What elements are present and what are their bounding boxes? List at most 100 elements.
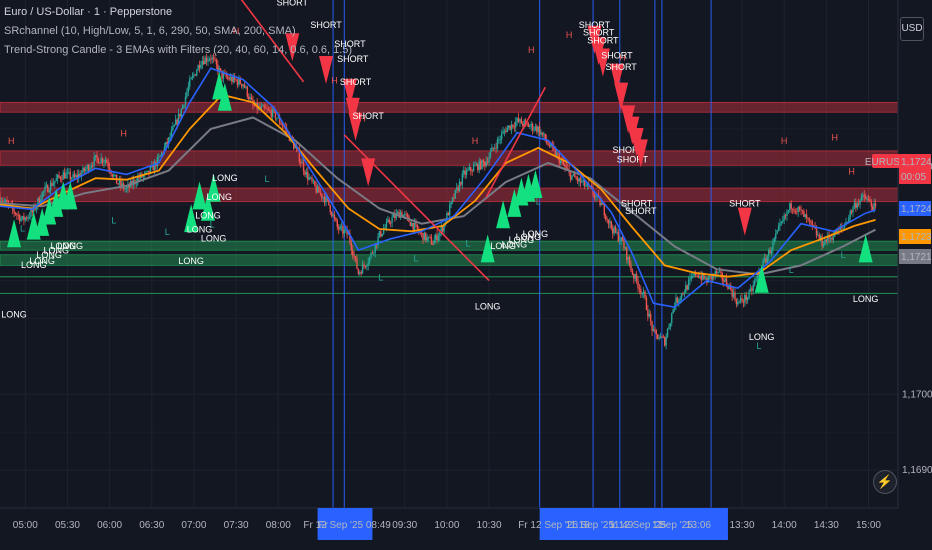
candle-body <box>672 309 674 314</box>
candle-body <box>101 158 104 163</box>
candle-body <box>666 329 669 337</box>
candle-body <box>158 156 160 158</box>
swing-high-marker: H <box>566 30 573 40</box>
candle-body <box>114 174 116 176</box>
candle-body <box>734 292 736 300</box>
long-signal-label: LONG <box>206 192 232 202</box>
candle-body <box>307 171 309 180</box>
resistance-zone <box>0 101 899 113</box>
candle-body <box>662 336 665 338</box>
short-signal-label: SHORT <box>605 62 637 72</box>
chart-root[interactable]: H H H H H H H H H H H H L L L L L L L L L L L L LONG LONG LONG LONG… <box>0 0 932 550</box>
candle-body <box>179 113 181 117</box>
candle-body <box>741 298 743 302</box>
candle-body <box>397 212 399 214</box>
candle-body <box>869 199 871 203</box>
candle-body <box>280 123 282 125</box>
candle-body <box>107 163 109 168</box>
short-signal-label: SHORT <box>601 50 633 60</box>
candle-body <box>463 170 465 174</box>
candle-body <box>203 61 205 65</box>
candle-body <box>800 209 802 211</box>
lightning-icon[interactable]: ⚡ <box>873 470 897 494</box>
candle-body <box>789 203 791 211</box>
candle-body <box>194 74 197 76</box>
candle-body <box>797 206 799 212</box>
candle-body <box>474 165 476 167</box>
candle-body <box>45 185 48 188</box>
candle-body <box>607 219 610 224</box>
candle-body <box>66 172 69 174</box>
candle-body <box>640 289 642 294</box>
candle-body <box>617 232 620 242</box>
candle-body <box>269 109 271 111</box>
candle-body <box>637 280 639 289</box>
candle-body <box>522 123 524 126</box>
candle-body <box>14 212 17 215</box>
candle-body <box>489 151 492 158</box>
candle-body <box>776 230 778 234</box>
candle-body <box>849 210 851 218</box>
candle-body <box>576 178 579 182</box>
candle-body <box>260 106 263 109</box>
candle-body <box>724 278 726 282</box>
candle-body <box>380 231 382 237</box>
candle-body <box>392 214 395 218</box>
candle-body <box>499 139 501 140</box>
candle-body <box>13 209 15 213</box>
candle-body <box>429 236 431 238</box>
candle-body <box>664 337 666 346</box>
candle-body <box>842 227 844 229</box>
candle-body <box>620 237 622 242</box>
candle-body <box>73 174 76 178</box>
candle-body <box>312 180 315 182</box>
candle-body <box>389 222 392 224</box>
candle-body <box>689 278 691 281</box>
candle-body <box>28 216 31 218</box>
candle-body <box>668 327 670 330</box>
candle-body <box>595 196 597 198</box>
candle-body <box>676 297 679 303</box>
marker-time-label: Fr 12 Sep '25 08:49 <box>303 520 391 531</box>
price-chart[interactable]: HHHHHHHHHH HHLLLLLLLLLLLLLONGLONGLONGLONG… <box>0 0 932 550</box>
candle-body <box>862 195 864 196</box>
candle-body <box>796 211 798 213</box>
candle-body <box>86 165 88 169</box>
candle-body <box>651 321 653 331</box>
candle-body <box>665 336 667 346</box>
price-tag-label: 1,17243 <box>901 204 932 215</box>
candle-body <box>406 214 409 217</box>
legend-indicator-ema[interactable]: Trend-Strong Candle - 3 EMAs with Filter… <box>4 41 352 60</box>
candle-body <box>478 160 480 171</box>
candle-body <box>434 234 437 240</box>
candle-body <box>187 86 190 92</box>
candle-body <box>859 200 861 205</box>
candle-body <box>682 293 684 295</box>
candle-body <box>316 186 319 193</box>
swing-high-marker: H <box>120 128 127 138</box>
candle-body <box>336 220 338 228</box>
candle-body <box>486 161 489 163</box>
candle-body <box>790 203 792 209</box>
candle-body <box>627 257 629 261</box>
candle-body <box>263 105 265 108</box>
long-signal-label: LONG <box>749 332 775 342</box>
candle-body <box>422 232 424 241</box>
candle-body <box>505 130 507 133</box>
swing-low-marker: L <box>111 216 116 226</box>
candle-body <box>471 170 473 172</box>
candle-body <box>787 210 790 212</box>
legend-indicator-srchannel[interactable]: SRchannel (10, High/Low, 5, 1, 6, 290, 5… <box>4 22 352 41</box>
candle-body <box>47 185 49 193</box>
candle-body <box>104 159 107 162</box>
legend-symbol-title[interactable]: Euro / US-Dollar · 1 · Pepperstone <box>4 3 352 22</box>
candle-body <box>314 180 316 186</box>
candle-body <box>661 336 663 338</box>
candle-body <box>420 232 423 234</box>
candle-body <box>708 275 711 277</box>
candle-body <box>166 141 168 144</box>
candle-body <box>276 118 278 119</box>
candle-body <box>342 226 344 234</box>
candle-body <box>582 179 584 182</box>
currency-badge[interactable]: USD <box>900 17 924 41</box>
